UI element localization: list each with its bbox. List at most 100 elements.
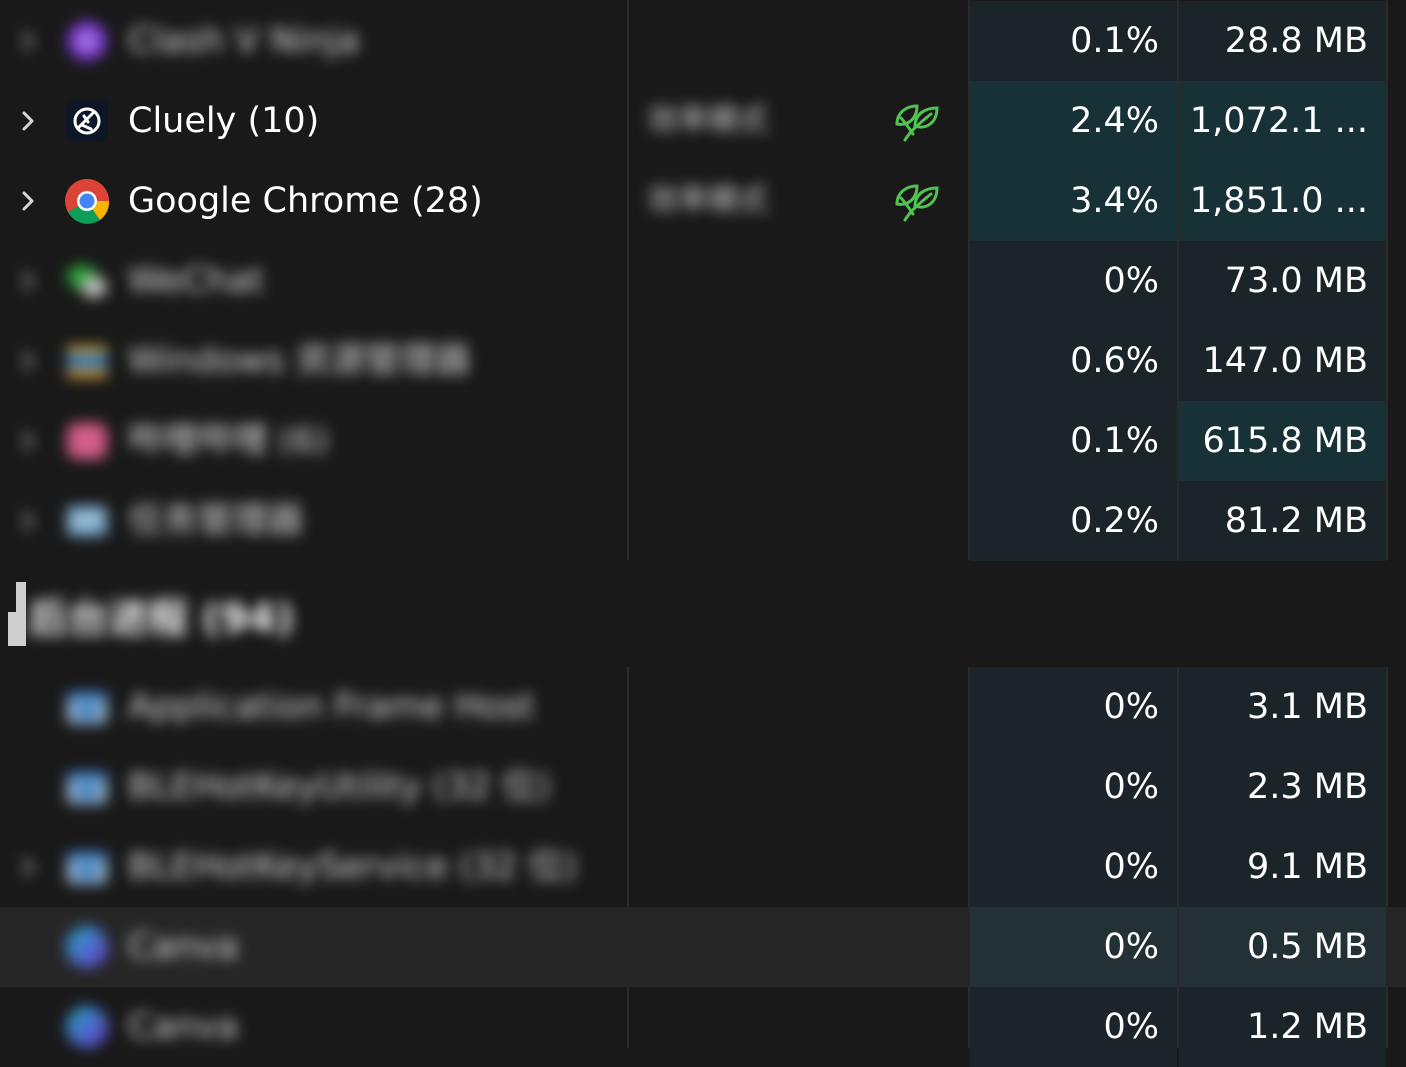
bilibili-icon — [64, 418, 110, 464]
wechat-icon — [64, 258, 110, 304]
process-row[interactable]: Windows 资源管理器 0.6% 147.0 MB — [0, 321, 1406, 401]
memory-cell: 147.0 MB — [1179, 321, 1386, 401]
process-name: BLEHotKeyService (32 位) — [128, 847, 577, 887]
process-row[interactable]: Clash V Ninja 0.1% 28.8 MB — [0, 1, 1406, 81]
app-window-icon — [64, 684, 110, 730]
cluely-icon — [64, 98, 110, 144]
cpu-value: 0% — [1103, 767, 1159, 807]
memory-value: 28.8 MB — [1224, 21, 1368, 61]
cpu-cell: 0.2% — [970, 481, 1177, 561]
efficiency-leaf-icon — [891, 180, 941, 226]
cpu-value: 2.4% — [1070, 101, 1159, 141]
memory-cell: 73.0 MB — [1179, 241, 1386, 321]
chevron-right-icon[interactable] — [14, 187, 42, 215]
memory-cell: 9.1 MB — [1179, 827, 1386, 907]
memory-value: 1.2 MB — [1247, 1007, 1368, 1047]
memory-value: 3.1 MB — [1247, 687, 1368, 727]
cpu-value: 0% — [1103, 927, 1159, 967]
memory-value: 1,851.0 ... — [1189, 181, 1368, 221]
chevron-right-icon[interactable] — [14, 267, 42, 295]
chevron-right-icon[interactable] — [14, 507, 42, 535]
memory-value: 73.0 MB — [1224, 261, 1368, 301]
process-row[interactable]: 任务管理器 0.2% 81.2 MB — [0, 481, 1406, 561]
app-window-icon — [64, 844, 110, 890]
cpu-cell: 0% — [970, 241, 1177, 321]
chevron-right-icon[interactable] — [14, 853, 42, 881]
memory-value: 147.0 MB — [1202, 341, 1368, 381]
process-row[interactable]: BLEHotKeyService (32 位) 0% 9.1 MB — [0, 827, 1406, 907]
cpu-cell: 0.1% — [970, 1, 1177, 81]
status-text: 效率模式 — [648, 183, 768, 218]
app-window-icon — [64, 764, 110, 810]
cpu-cell: 3.4% — [970, 161, 1177, 241]
chevron-right-icon[interactable] — [14, 107, 42, 135]
cpu-value: 0.6% — [1070, 341, 1159, 381]
cpu-cell: 0% — [970, 827, 1177, 907]
process-name: Clash V Ninja — [128, 21, 360, 61]
memory-cell: 28.8 MB — [1179, 1, 1386, 81]
cpu-value: 0% — [1103, 847, 1159, 887]
memory-cell: 2.3 MB — [1179, 747, 1386, 827]
efficiency-leaf-icon — [891, 100, 941, 146]
chevron-right-icon[interactable] — [14, 347, 42, 375]
process-name: Windows 资源管理器 — [128, 341, 471, 381]
canva-icon — [64, 1004, 110, 1050]
cpu-cell: 2.4% — [970, 81, 1177, 161]
memory-value: 1,072.1 ... — [1189, 101, 1368, 141]
folder-icon — [64, 338, 110, 384]
cpu-cell: 0% — [970, 987, 1177, 1067]
memory-cell: 1,851.0 ... — [1179, 161, 1386, 241]
process-row[interactable]: WeChat 0% 73.0 MB — [0, 241, 1406, 321]
cpu-value: 3.4% — [1070, 181, 1159, 221]
task-manager-icon — [64, 498, 110, 544]
memory-value: 9.1 MB — [1247, 847, 1368, 887]
process-row[interactable]: Google Chrome (28) 效率模式 3.4% 1,851.0 ... — [0, 161, 1406, 241]
memory-cell: 1,072.1 ... — [1179, 81, 1386, 161]
memory-value: 81.2 MB — [1224, 501, 1368, 541]
memory-cell: 0.5 MB — [1179, 907, 1386, 987]
cpu-value: 0.2% — [1070, 501, 1159, 541]
chevron-right-icon[interactable] — [14, 427, 42, 455]
cpu-cell: 0% — [970, 747, 1177, 827]
group-title: 后台进程 (94) — [28, 596, 295, 642]
memory-cell: 1.2 MB — [1179, 987, 1386, 1067]
process-name: 任务管理器 — [128, 501, 304, 541]
process-row[interactable]: BLEHotKeyUtility (32 位) 0% 2.3 MB — [0, 747, 1406, 827]
cpu-value: 0% — [1103, 687, 1159, 727]
process-name: BLEHotKeyUtility (32 位) — [128, 767, 551, 807]
memory-value: 615.8 MB — [1202, 421, 1368, 461]
chevron-right-icon[interactable] — [14, 27, 42, 55]
cpu-cell: 0% — [970, 667, 1177, 747]
memory-value: 2.3 MB — [1247, 767, 1368, 807]
cpu-cell: 0% — [970, 907, 1177, 987]
process-name: Google Chrome (28) — [128, 181, 483, 221]
process-name: Canva — [128, 927, 239, 967]
chrome-icon — [64, 178, 110, 224]
cpu-cell: 0.1% — [970, 401, 1177, 481]
process-row[interactable]: Canva 0% 0.5 MB — [0, 907, 1406, 987]
process-name: 哔哩哔哩 (6) — [128, 421, 329, 461]
cpu-cell: 0.6% — [970, 321, 1177, 401]
process-row[interactable]: Cluely (10) 效率模式 2.4% 1,072.1 ... — [0, 81, 1406, 161]
background-processes-header[interactable]: 后台进程 (94) — [0, 560, 1406, 667]
status-text: 效率模式 — [648, 103, 768, 138]
memory-cell: 3.1 MB — [1179, 667, 1386, 747]
cpu-value: 0% — [1103, 261, 1159, 301]
process-name: WeChat — [128, 261, 264, 301]
memory-cell: 615.8 MB — [1179, 401, 1386, 481]
process-name: Application Frame Host — [128, 687, 535, 727]
group-marker-icon — [8, 582, 26, 646]
process-row[interactable]: 哔哩哔哩 (6) 0.1% 615.8 MB — [0, 401, 1406, 481]
cpu-value: 0% — [1103, 1007, 1159, 1047]
process-row[interactable]: Canva 0% 1.2 MB — [0, 987, 1406, 1067]
process-table: 后台进程 (94) Clash V Ninja 0.1% 28.8 MB Cluely… — [0, 0, 1406, 1067]
cpu-value: 0.1% — [1070, 21, 1159, 61]
clash-icon — [64, 18, 110, 64]
process-name: Canva — [128, 1007, 239, 1047]
canva-icon — [64, 924, 110, 970]
cpu-value: 0.1% — [1070, 421, 1159, 461]
memory-value: 0.5 MB — [1247, 927, 1368, 967]
memory-cell: 81.2 MB — [1179, 481, 1386, 561]
process-row[interactable]: Application Frame Host 0% 3.1 MB — [0, 667, 1406, 747]
process-name: Cluely (10) — [128, 101, 320, 141]
